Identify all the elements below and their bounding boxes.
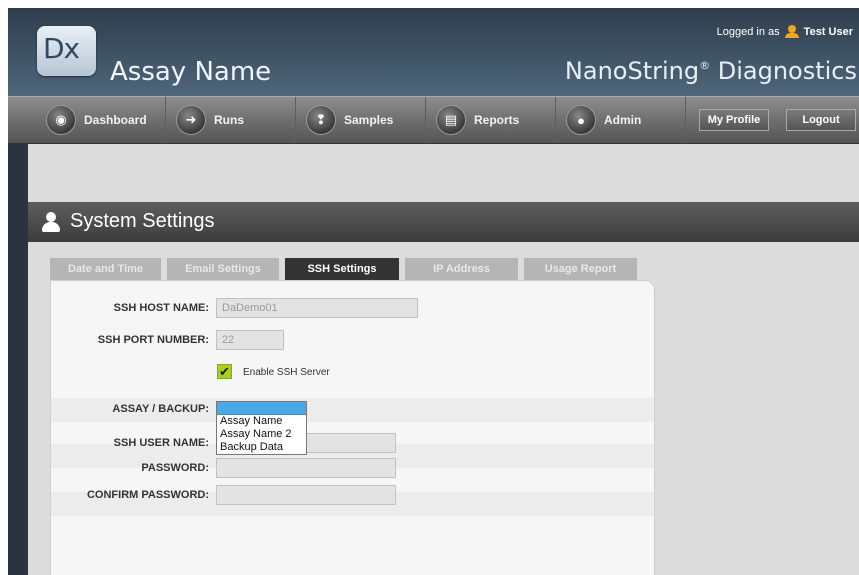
nav-reports[interactable]: ▤ Reports <box>426 97 556 143</box>
sample-tube-icon: ❢ <box>306 105 336 135</box>
tab-ip-address[interactable]: IP Address <box>405 258 518 280</box>
nav-label: Samples <box>344 113 394 127</box>
logout-button[interactable]: Logout <box>786 109 856 131</box>
logged-in-label: Logged in as <box>716 25 780 38</box>
registered-mark: ® <box>699 59 711 72</box>
brand-name: NanoString® Diagnostics <box>565 57 857 85</box>
logo-text: Dx <box>43 32 80 65</box>
main-nav: ◉ Dashboard ➜ Runs ❢ Samples ▤ Reports ●… <box>8 96 859 144</box>
nav-label: Admin <box>604 113 642 127</box>
ssh-settings-panel: SSH HOST NAME: DaDemo01 SSH PORT NUMBER:… <box>50 280 655 575</box>
app-title: Assay Name <box>110 57 272 87</box>
nav-label: Reports <box>474 113 520 127</box>
nav-runs[interactable]: ➜ Runs <box>166 97 296 143</box>
brand-suffix: Diagnostics <box>717 57 857 85</box>
dx-logo: Dx <box>37 26 96 76</box>
dropdown-option[interactable]: Assay Name <box>217 415 306 428</box>
password-label: PASSWORD: <box>141 462 209 474</box>
my-profile-button[interactable]: My Profile <box>699 109 769 131</box>
brand-text: NanoString <box>564 57 700 85</box>
user-icon <box>784 25 799 38</box>
enable-ssh-checkbox[interactable]: ✔ <box>217 364 232 379</box>
ssh-user-name-label: SSH USER NAME: <box>113 437 209 449</box>
page-title: System Settings <box>70 210 215 232</box>
tab-ssh-settings[interactable]: SSH Settings <box>285 258 399 280</box>
assay-backup-label: ASSAY / BACKUP: <box>112 403 209 415</box>
host-name-label: SSH HOST NAME: <box>113 302 209 314</box>
arrow-right-icon: ➜ <box>176 105 206 135</box>
port-number-label: SSH PORT NUMBER: <box>97 334 209 346</box>
enable-ssh-label: Enable SSH Server <box>243 367 330 378</box>
assay-backup-dropdown[interactable]: Assay Name Assay Name 2 Backup Data <box>216 401 307 455</box>
dropdown-option[interactable]: Assay Name 2 <box>217 428 306 441</box>
dropdown-option[interactable]: Backup Data <box>217 441 306 454</box>
nav-admin[interactable]: ● Admin <box>556 97 686 143</box>
password-field[interactable] <box>216 458 396 478</box>
content-area: System Settings Date and Time Email Sett… <box>28 144 859 575</box>
nav-samples[interactable]: ❢ Samples <box>296 97 426 143</box>
nav-dashboard[interactable]: ◉ Dashboard <box>36 97 166 143</box>
report-icon: ▤ <box>436 105 466 135</box>
nav-label: Dashboard <box>84 113 147 127</box>
host-name-field[interactable]: DaDemo01 <box>216 298 418 318</box>
confirm-password-label: CONFIRM PASSWORD: <box>86 489 209 501</box>
dropdown-selected-row[interactable] <box>217 402 306 415</box>
login-status: Logged in as Test User <box>717 25 853 38</box>
tab-usage-report[interactable]: Usage Report <box>524 258 637 280</box>
section-header: System Settings <box>28 202 859 242</box>
dashboard-icon: ◉ <box>46 105 76 135</box>
app-window: Dx Assay Name Logged in as Test User Nan… <box>8 8 859 575</box>
tab-date-and-time[interactable]: Date and Time <box>50 258 161 280</box>
confirm-password-field[interactable] <box>216 485 396 505</box>
user-name[interactable]: Test User <box>804 26 853 38</box>
header: Dx Assay Name Logged in as Test User Nan… <box>8 8 859 96</box>
nav-label: Runs <box>214 113 244 127</box>
admin-user-icon: ● <box>566 105 596 135</box>
port-number-field[interactable]: 22 <box>216 330 284 350</box>
person-icon <box>42 212 60 232</box>
tab-email-settings[interactable]: Email Settings <box>167 258 279 280</box>
